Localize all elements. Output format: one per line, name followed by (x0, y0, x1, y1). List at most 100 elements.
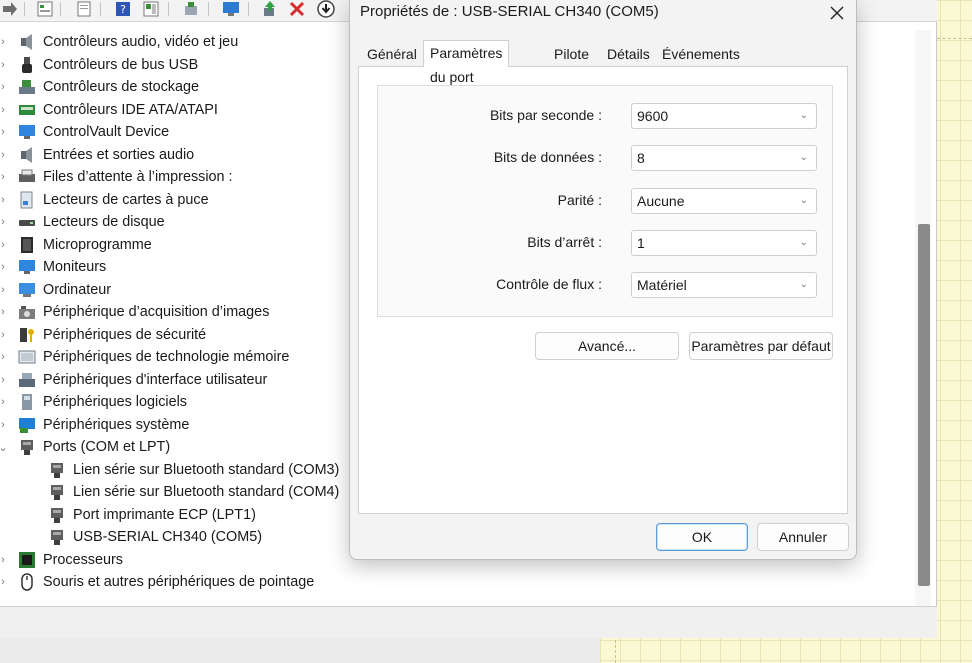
tree-category-lecteurs-de-cartes-a-puce[interactable]: › Lecteurs de cartes à puce (0, 189, 209, 211)
parity-select[interactable]: Aucune ⌄ (631, 188, 817, 214)
chevron-right-icon[interactable]: › (0, 396, 10, 408)
chevron-right-icon[interactable]: › (0, 239, 10, 251)
tree-category-peripheriques-de-securite[interactable]: › Périphériques de sécurité (0, 324, 206, 346)
camera-icon (18, 303, 36, 321)
tab-port-settings[interactable]: Paramètres du port (423, 40, 510, 85)
tree-category-souris-et-autres-peripheriques-de-pointage[interactable]: › Souris et autres périphériques de point… (0, 571, 314, 593)
tree-item-label: Périphériques d'interface utilisateur (43, 371, 268, 388)
ide-controller-icon (18, 101, 36, 119)
chevron-right-icon[interactable]: › (0, 284, 10, 296)
tree-child-usb-serial-ch340-com5[interactable]: USB-SERIAL CH340 (COM5) (0, 526, 262, 548)
close-icon[interactable] (820, 0, 854, 26)
tree-item-label: Lien série sur Bluetooth standard (COM3) (73, 461, 340, 478)
forward-arrow-icon[interactable] (0, 0, 20, 18)
port-icon (48, 461, 66, 479)
tree-category-peripheriques-de-technologie-memoire[interactable]: › Périphériques de technologie mémoire (0, 346, 289, 368)
toolbar-separator (100, 2, 101, 16)
help-icon[interactable]: ? (113, 0, 133, 18)
data-bits-select[interactable]: 8 ⌄ (631, 145, 817, 171)
port-settings-panel: Bits par seconde : 9600 ⌄ Bits de donnée… (358, 66, 848, 514)
advanced-button[interactable]: Avancé... (535, 332, 679, 360)
toolbar-separator (24, 2, 25, 16)
chevron-right-icon[interactable]: › (0, 126, 10, 138)
tree-category-ordinateur[interactable]: › Ordinateur (0, 279, 111, 301)
tab-driver[interactable]: Pilote (548, 43, 595, 67)
flow-control-select[interactable]: Matériel ⌄ (631, 272, 817, 298)
chevron-right-icon[interactable]: › (0, 419, 10, 431)
usb-icon (18, 56, 36, 74)
chevron-right-icon[interactable]: › (0, 216, 10, 228)
tree-category-microprogramme[interactable]: › Microprogramme (0, 234, 152, 256)
tree-scrollbar-thumb[interactable] (918, 224, 930, 586)
toolbar-separator (208, 2, 209, 16)
chevron-right-icon[interactable]: › (0, 36, 10, 48)
chevron-right-icon[interactable]: › (0, 306, 10, 318)
tree-category-processeurs[interactable]: › Processeurs (0, 549, 123, 571)
tree-item-label: USB-SERIAL CH340 (COM5) (73, 529, 262, 545)
port-icon (48, 483, 66, 501)
chevron-right-icon[interactable]: › (0, 554, 10, 566)
update-driver-icon[interactable] (260, 0, 280, 18)
tree-category-files-d-attente-a-l-impression[interactable]: › Files d’attente à l’impression : (0, 166, 233, 188)
stop-bits-select[interactable]: 1 ⌄ (631, 230, 817, 256)
tree-item-label: Périphériques système (43, 416, 190, 433)
speaker-icon (18, 33, 36, 51)
properties-dialog: Propriétés de : USB-SERIAL CH340 (COM5) … (349, 0, 857, 560)
hid-icon (18, 371, 36, 389)
restore-defaults-button[interactable]: Paramètres par défaut (689, 332, 833, 360)
uninstall-x-icon[interactable] (287, 0, 307, 18)
tab-details[interactable]: Détails (601, 43, 656, 67)
chevron-right-icon[interactable]: › (0, 329, 10, 341)
monitor-icon (18, 258, 36, 276)
tree-category-controleurs-de-stockage[interactable]: › Contrôleurs de stockage (0, 76, 199, 98)
tree-category-peripheriques-systeme[interactable]: › Périphériques système (0, 414, 189, 436)
tree-category-controlvault-device[interactable]: › ControlVault Device (0, 121, 169, 143)
tree-category-ports-com-et-lpt[interactable]: ⌄ Ports (COM et LPT) (0, 436, 170, 458)
download-circle-icon[interactable] (316, 0, 336, 18)
tree-category-peripherique-d-acquisition-d-images[interactable]: › Périphérique d’acquisition d’images (0, 301, 269, 323)
tree-category-entrees-et-sorties-audio[interactable]: › Entrées et sorties audio (0, 144, 194, 166)
background-dashed-line (937, 38, 972, 39)
tree-category-moniteurs[interactable]: › Moniteurs (0, 256, 106, 278)
tree-category-controleurs-ide-ata-atapi[interactable]: › Contrôleurs IDE ATA/ATAPI (0, 99, 218, 121)
chevron-right-icon[interactable]: › (0, 104, 10, 116)
speaker-icon (18, 146, 36, 164)
tree-category-peripheriques-d-interface-utilisateur[interactable]: › Périphériques d'interface utilisateur (0, 369, 267, 391)
tree-category-lecteurs-de-disque[interactable]: › Lecteurs de disque (0, 211, 164, 233)
chevron-right-icon[interactable]: › (0, 351, 10, 363)
tree-child-port-imprimante-ecp-lpt1[interactable]: Port imprimante ECP (LPT1) (0, 504, 256, 526)
tree-item-label: Files d’attente à l’impression : (43, 169, 233, 185)
tree-item-label: Contrôleurs de stockage (43, 79, 199, 95)
tab-events[interactable]: Événements (656, 43, 746, 67)
properties-grid-icon[interactable] (35, 0, 55, 18)
view-icon[interactable] (141, 0, 161, 18)
smartcard-icon (18, 191, 36, 209)
tree-child-lien-serie-sur-bluetooth-standard-com4[interactable]: Lien série sur Bluetooth standard (COM4) (0, 481, 339, 503)
tree-category-controleurs-audio-video-et-jeu[interactable]: › Contrôleurs audio, vidéo et jeu (0, 31, 238, 53)
chevron-right-icon[interactable]: › (0, 149, 10, 161)
chevron-right-icon[interactable]: › (0, 374, 10, 386)
chevron-right-icon[interactable]: › (0, 81, 10, 93)
chevron-right-icon[interactable]: › (0, 59, 10, 71)
tree-item-label: Périphériques de sécurité (43, 326, 207, 343)
chevron-right-icon[interactable]: › (0, 171, 10, 183)
chevron-down-icon: ⌄ (799, 110, 808, 121)
chevron-down-icon[interactable]: ⌄ (0, 441, 10, 454)
chevron-right-icon[interactable]: › (0, 261, 10, 273)
chevron-right-icon[interactable]: › (0, 194, 10, 206)
cancel-button[interactable]: Annuler (757, 523, 849, 551)
tree-item-label: Port imprimante ECP (LPT1) (73, 506, 256, 523)
monitor-icon (18, 123, 36, 141)
monitor-scan-icon[interactable] (221, 0, 241, 18)
tab-general[interactable]: Général (361, 43, 423, 67)
tree-child-lien-serie-sur-bluetooth-standard-com3[interactable]: Lien série sur Bluetooth standard (COM3) (0, 459, 339, 481)
ok-button[interactable]: OK (656, 523, 748, 551)
document-icon[interactable] (74, 0, 94, 18)
chevron-right-icon[interactable]: › (0, 576, 10, 588)
stop-bits-label: Bits d’arrêt : (527, 234, 602, 250)
tree-category-peripheriques-logiciels[interactable]: › Périphériques logiciels (0, 391, 187, 413)
bits-per-second-select[interactable]: 9600 ⌄ (631, 103, 817, 129)
bits-per-second-value: 9600 (637, 108, 669, 124)
scan-hardware-icon[interactable] (181, 0, 201, 18)
tree-category-controleurs-de-bus-usb[interactable]: › Contrôleurs de bus USB (0, 54, 198, 76)
